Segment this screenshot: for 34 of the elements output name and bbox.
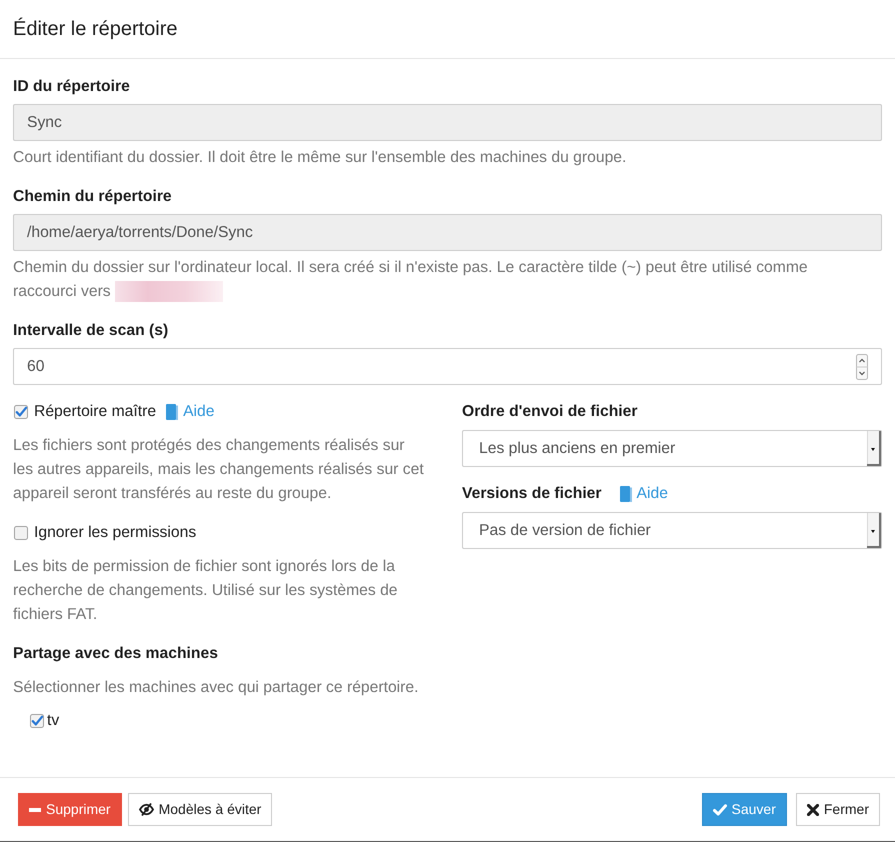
- checkbox-label: Répertoire maître: [34, 402, 156, 422]
- field-label: Intervalle de scan (s): [13, 321, 170, 341]
- checkbox-label: Ignorer les permissions: [34, 523, 196, 543]
- stepper-icon[interactable]: [856, 354, 868, 380]
- checkbox[interactable]: [30, 714, 44, 728]
- help-text: Chemin du dossier sur l'ordinateur local. Il sera créé si il n'existe pas. Le caractère tilde (~) peut être utilisé comme raccourci vers: [13, 259, 808, 300]
- delete-button[interactable]: Supprimer: [18, 793, 122, 826]
- number-field[interactable]: 60: [13, 348, 882, 385]
- text-field: /home/aerya/torrents/Done/Sync: [13, 214, 882, 251]
- book-icon: [620, 486, 632, 502]
- checkbox[interactable]: [14, 526, 28, 540]
- select-field[interactable]: Pas de version de fichier: [462, 512, 882, 549]
- device-label: tv: [47, 711, 60, 731]
- dialog-title: Éditer le répertoire: [13, 16, 178, 42]
- select-field[interactable]: Les plus anciens en premier: [462, 430, 882, 467]
- field-label: Versions de fichier: [462, 484, 602, 504]
- help-text: Les bits de permission de fichier sont ignorés lors de la recherche de changements. Utilisé sur les systèmes de fichiers FAT.: [13, 557, 399, 625]
- text-field: Sync: [13, 104, 882, 141]
- field-label: ID du répertoire: [13, 77, 131, 97]
- field-label: Ordre d'envoi de fichier: [462, 402, 638, 422]
- checkbox[interactable]: [14, 404, 28, 418]
- book-icon: [166, 404, 178, 420]
- help-text: Les fichiers sont protégés des changements réalisés sur les autres appareils, mais les changements réalisés sur cet appareil seront transférés au reste du groupe.: [13, 436, 425, 504]
- minus-icon: [29, 808, 41, 812]
- eye-slash-icon: [138, 803, 154, 816]
- help-text: Sélectionner les machines avec qui partager ce répertoire.: [13, 678, 420, 698]
- close-icon: [806, 804, 819, 816]
- field-label: Partage avec des machines: [13, 644, 219, 664]
- field-label: Chemin du répertoire: [13, 187, 173, 207]
- field-value: 60: [27, 356, 44, 377]
- check-icon: [712, 804, 727, 816]
- close-button[interactable]: Fermer: [796, 793, 880, 826]
- help-text: Court identifiant du dossier. Il doit être le même sur l'ensemble des machines du groupe.: [13, 149, 626, 166]
- ignore-patterns-button[interactable]: Modèles à éviter: [128, 793, 272, 826]
